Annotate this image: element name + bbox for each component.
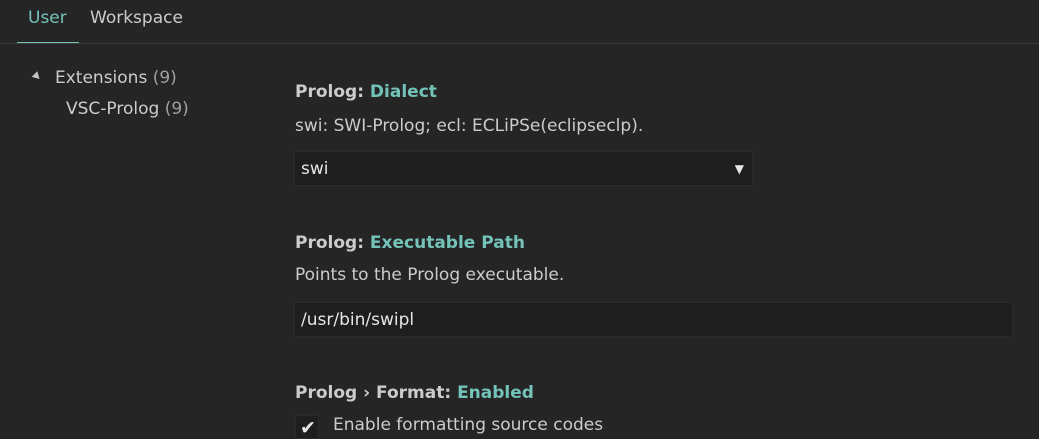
tab-workspace[interactable]: Workspace [90, 8, 183, 28]
setting-key: Enabled [457, 383, 534, 403]
tree-item-count: (9) [152, 68, 177, 88]
tree-item-extensions[interactable]: Extensions (9) [55, 68, 177, 88]
settings-tabs: User Workspace [0, 0, 1039, 44]
checkmark-icon: ✔ [300, 417, 316, 439]
setting-description-executable-path: Points to the Prolog executable. [295, 265, 565, 285]
dialect-select-value: swi [301, 159, 329, 179]
format-enabled-checkbox[interactable]: ✔ [295, 415, 319, 439]
executable-path-input[interactable] [294, 302, 1013, 337]
tree-item-count: (9) [164, 99, 189, 119]
setting-key: Executable Path [369, 233, 525, 253]
format-enabled-label[interactable]: Enable formatting source codes [333, 415, 603, 435]
tree-item-vsc-prolog[interactable]: VSC-Prolog (9) [66, 99, 189, 119]
dialect-select[interactable]: swi ▼ [294, 151, 753, 186]
tree-item-label: Extensions [55, 68, 148, 88]
setting-title-format-enabled: Prolog › Format: Enabled [295, 383, 534, 403]
active-tab-indicator [17, 42, 79, 43]
setting-category: Prolog: [295, 233, 370, 253]
setting-title-dialect: Prolog: Dialect [295, 82, 437, 102]
setting-title-executable-path: Prolog: Executable Path [295, 233, 525, 253]
dropdown-arrow-icon: ▼ [734, 162, 744, 176]
setting-category: Prolog › Format: [295, 383, 458, 403]
setting-description-dialect: swi: SWI-Prolog; ecl: ECLiPSe(eclipseclp… [295, 116, 644, 136]
tree-item-label: VSC-Prolog [66, 99, 160, 119]
setting-category: Prolog: [295, 82, 370, 102]
settings-editor: User Workspace Extensions (9) VSC-Prolog… [0, 0, 1039, 439]
expand-chevron-icon[interactable] [31, 71, 43, 82]
setting-key: Dialect [369, 82, 437, 102]
tab-user[interactable]: User [28, 8, 67, 28]
